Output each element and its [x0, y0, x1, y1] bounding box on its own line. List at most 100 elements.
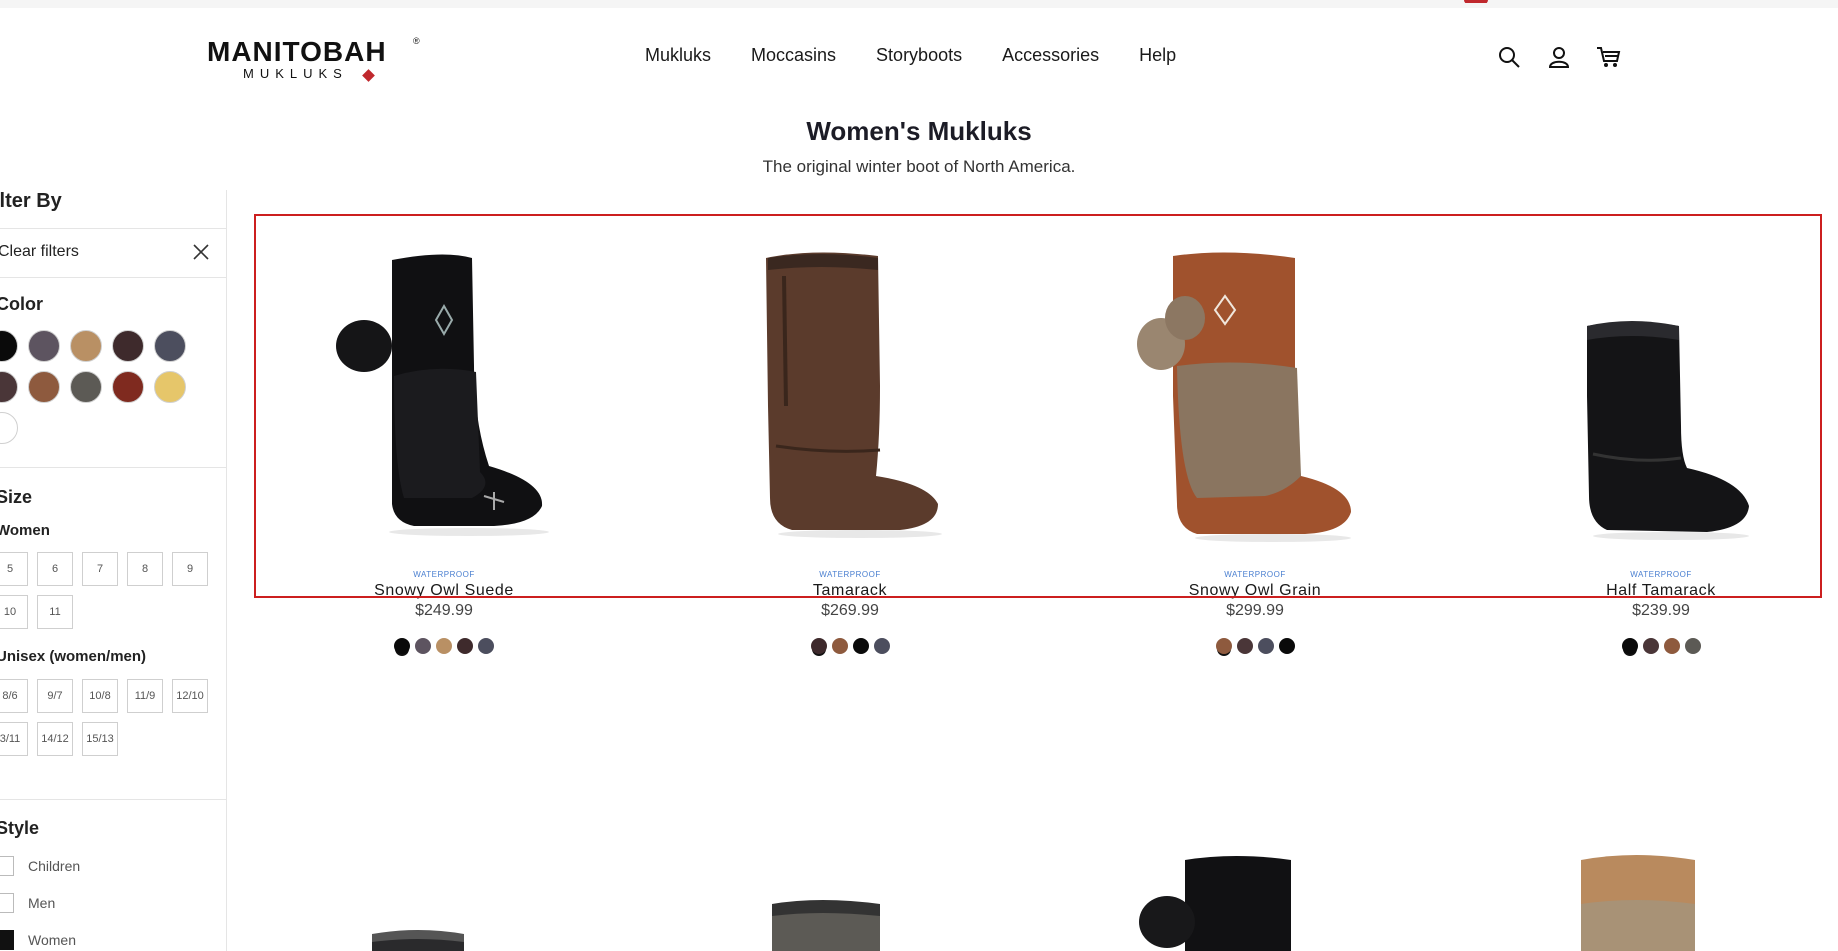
women-sizes: 5 6 7 8 9 10 11: [0, 552, 212, 629]
checkbox-label: Children: [28, 858, 81, 874]
product-image[interactable]: [294, 236, 594, 566]
color-swatch-dark-brown[interactable]: [1642, 638, 1659, 654]
color-swatch-charcoal[interactable]: [1257, 638, 1274, 654]
nav-moccasins[interactable]: Moccasins: [751, 45, 836, 66]
style-option-women[interactable]: Women: [0, 930, 76, 950]
color-swatch-charcoal[interactable]: [154, 330, 186, 362]
color-swatch-black[interactable]: [1621, 638, 1638, 654]
size-option[interactable]: 3/11: [0, 722, 28, 756]
filter-sidebar: ilter By Clear filters Color Size Women …: [0, 190, 227, 951]
cart-icon[interactable]: [1594, 42, 1624, 72]
product-name[interactable]: Half Tamarack: [1511, 582, 1811, 600]
checkbox[interactable]: [0, 930, 14, 950]
color-swatch-black[interactable]: [394, 638, 410, 654]
product-name[interactable]: Tamarack: [700, 582, 1000, 600]
style-option-men[interactable]: Men: [0, 893, 55, 913]
search-icon[interactable]: [1494, 42, 1524, 72]
close-icon[interactable]: [192, 243, 212, 263]
size-option[interactable]: 5: [0, 552, 28, 586]
unisex-sizes-label: Unisex (women/men): [0, 648, 147, 665]
product-card[interactable]: WATERPROOF Half Tamarack $239.99: [1511, 236, 1811, 654]
nav-storyboots[interactable]: Storyboots: [876, 45, 962, 66]
size-option[interactable]: 14/12: [37, 722, 73, 756]
nav-accessories[interactable]: Accessories: [1002, 45, 1099, 66]
product-name[interactable]: Snowy Owl Suede: [294, 582, 594, 600]
waterproof-badge: WATERPROOF: [819, 570, 881, 579]
color-swatch-charcoal[interactable]: [478, 638, 494, 654]
size-option[interactable]: 9/7: [37, 679, 73, 713]
product-card[interactable]: WATERPROOF Tamarack $269.99: [700, 236, 1000, 654]
size-option[interactable]: 9: [172, 552, 208, 586]
color-swatch-dark-brown[interactable]: [810, 638, 827, 654]
size-option[interactable]: 7: [82, 552, 118, 586]
product-card[interactable]: WATERPROOF Snowy Owl Grain $299.99: [1105, 236, 1405, 654]
style-heading: Style: [0, 818, 40, 838]
color-swatch-dark-brown[interactable]: [1236, 638, 1253, 654]
nav-help[interactable]: Help: [1139, 45, 1176, 66]
color-swatch-black[interactable]: [0, 330, 18, 362]
product-price: $249.99: [415, 602, 473, 619]
brand-sub: MUKLUKS: [243, 66, 348, 81]
product-image[interactable]: [700, 236, 1000, 566]
unisex-sizes: 8/6 9/7 10/8 11/9 12/10 3/11 14/12 15/13: [0, 679, 212, 756]
color-swatch-dark-brown[interactable]: [112, 330, 144, 362]
product-card[interactable]: WATERPROOF Snowy Owl Suede $249.99: [294, 236, 594, 654]
checkbox-label: Men: [28, 895, 56, 911]
account-icon[interactable]: [1544, 42, 1574, 72]
product-image[interactable]: [294, 840, 594, 951]
color-swatch-grey-purple[interactable]: [28, 330, 60, 362]
product-image[interactable]: [1511, 840, 1811, 951]
color-swatch-tan[interactable]: [70, 330, 102, 362]
top-strip-mark: [1464, 0, 1488, 4]
color-swatch-grey-purple[interactable]: [415, 638, 431, 654]
product-name[interactable]: Snowy Owl Grain: [1105, 582, 1405, 600]
filter-heading: ilter By: [0, 190, 62, 212]
product-price: $239.99: [1632, 602, 1690, 619]
nav-mukluks[interactable]: Mukluks: [645, 45, 711, 66]
color-swatch-yellow[interactable]: [154, 371, 186, 403]
color-swatch-tan[interactable]: [436, 638, 452, 654]
color-heading: Color: [0, 294, 43, 314]
color-swatch-grey[interactable]: [70, 371, 102, 403]
page-title: Women's Mukluks: [806, 116, 1032, 146]
product-image[interactable]: [1105, 236, 1405, 566]
main-nav: Mukluks Moccasins Storyboots Accessories…: [645, 45, 1216, 66]
color-swatch-charcoal[interactable]: [873, 638, 890, 654]
clear-filters-label: Clear filters: [0, 243, 79, 260]
size-heading: Size: [0, 487, 33, 507]
divider: [0, 799, 226, 800]
clear-filters[interactable]: Clear filters: [0, 228, 226, 278]
color-swatch-white[interactable]: [0, 412, 18, 444]
color-swatch-dark-brown[interactable]: [457, 638, 473, 654]
checkbox[interactable]: [0, 856, 14, 876]
size-option[interactable]: 12/10: [172, 679, 208, 713]
product-swatches: [1511, 638, 1811, 654]
product-image[interactable]: [700, 840, 1000, 951]
color-swatch-brown[interactable]: [1215, 638, 1232, 654]
color-swatch-black[interactable]: [1278, 638, 1295, 654]
waterproof-badge: WATERPROOF: [413, 570, 475, 579]
color-swatch-oak[interactable]: [28, 371, 60, 403]
size-option[interactable]: 10: [0, 595, 28, 629]
checkbox[interactable]: [0, 893, 14, 913]
women-sizes-label: Women: [0, 522, 50, 539]
color-swatch-brown[interactable]: [0, 371, 18, 403]
product-image[interactable]: [1511, 236, 1811, 566]
color-swatch-black[interactable]: [852, 638, 869, 654]
color-swatch-red[interactable]: [112, 371, 144, 403]
size-option[interactable]: 11/9: [127, 679, 163, 713]
brand-logo[interactable]: MANITOBAH MUKLUKS ®: [207, 36, 420, 88]
color-swatch-brown[interactable]: [1663, 638, 1680, 654]
style-option-children[interactable]: Children: [0, 856, 80, 876]
size-option[interactable]: 8/6: [0, 679, 28, 713]
size-option[interactable]: 11: [37, 595, 73, 629]
size-option[interactable]: 10/8: [82, 679, 118, 713]
color-swatch-grey[interactable]: [1684, 638, 1701, 654]
color-swatch-brown[interactable]: [831, 638, 848, 654]
size-option[interactable]: 6: [37, 552, 73, 586]
size-option[interactable]: 15/13: [82, 722, 118, 756]
product-image[interactable]: [1105, 840, 1405, 951]
color-swatches: [0, 330, 206, 444]
size-option[interactable]: 8: [127, 552, 163, 586]
top-strip: [0, 0, 1838, 8]
